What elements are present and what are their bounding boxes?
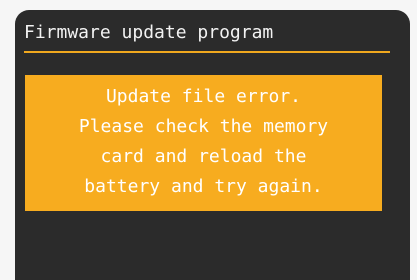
error-message-panel: Update file error. Please check the memo…	[25, 75, 382, 211]
error-message-line: battery and try again.	[84, 176, 323, 197]
screen-title: Firmware update program	[24, 22, 274, 43]
error-message-line: Please check the memory	[78, 116, 329, 137]
error-heading: Update file error.	[105, 86, 302, 107]
error-message-line: card and reload the	[100, 146, 307, 167]
title-divider	[24, 51, 390, 53]
